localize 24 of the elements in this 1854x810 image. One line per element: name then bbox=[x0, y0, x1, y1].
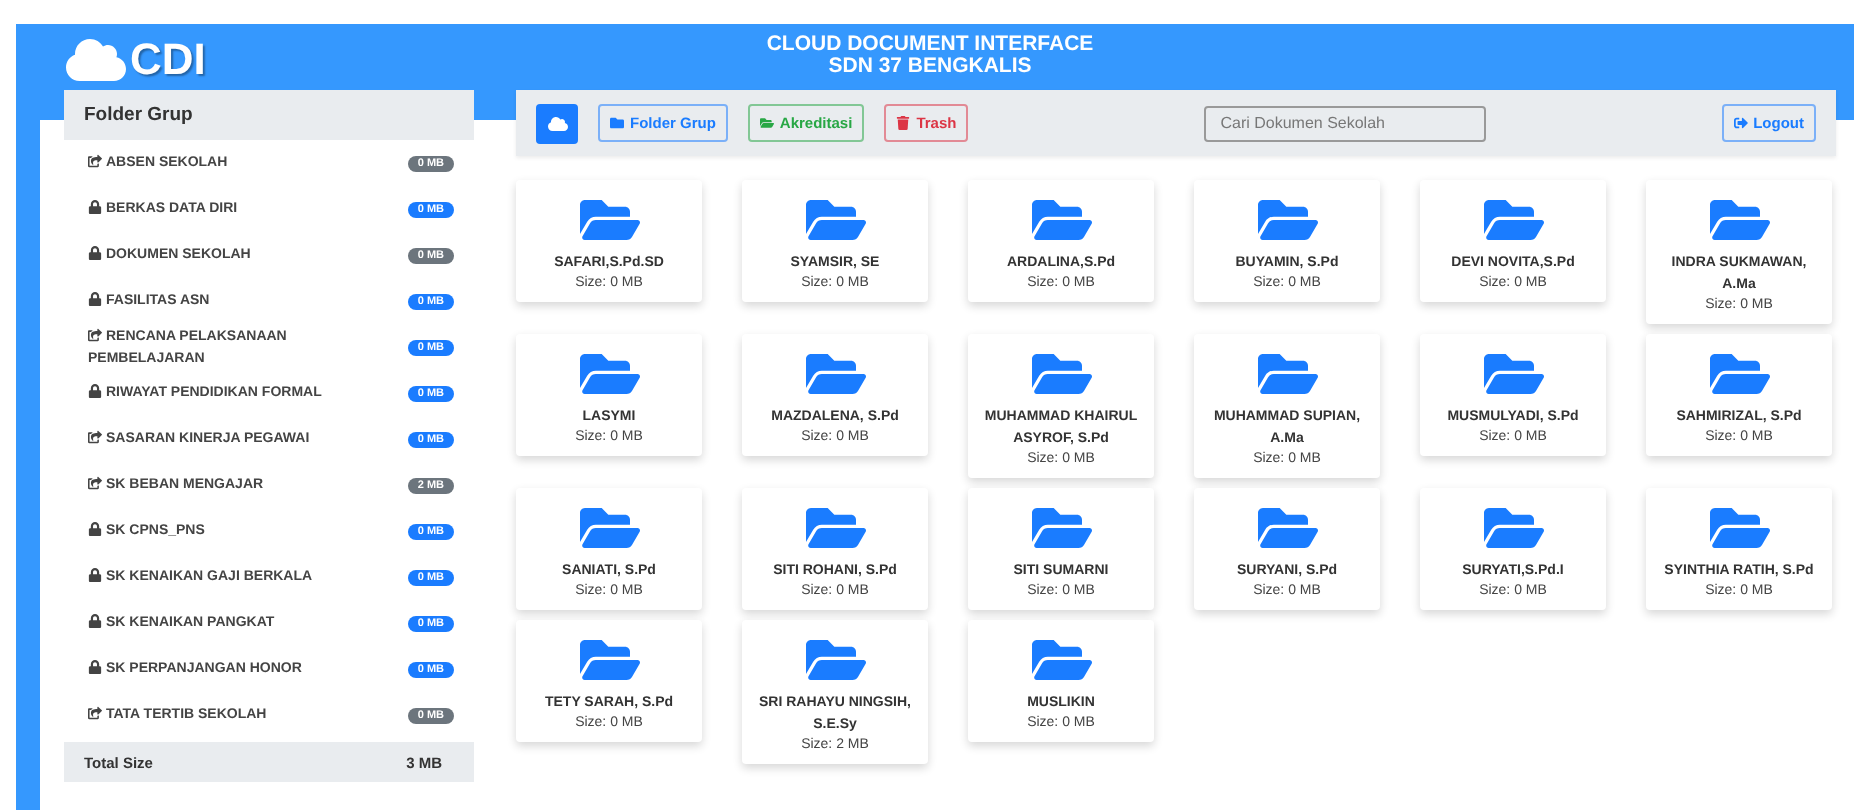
lock-icon bbox=[88, 522, 102, 536]
share-icon bbox=[88, 154, 102, 168]
cloud-button[interactable] bbox=[536, 103, 578, 143]
page-title: CLOUD DOCUMENT INTERFACE bbox=[766, 34, 1094, 56]
share-icon bbox=[88, 476, 102, 490]
lock-icon bbox=[88, 660, 102, 674]
page-subtitle: SDN 37 BENGKALIS bbox=[828, 56, 1032, 78]
lock-icon bbox=[88, 246, 102, 260]
share-icon bbox=[88, 706, 102, 720]
folder-icon bbox=[759, 116, 774, 130]
trash-icon bbox=[896, 116, 911, 130]
share-icon bbox=[88, 430, 102, 444]
lock-icon bbox=[88, 568, 102, 582]
share-icon bbox=[88, 327, 102, 341]
logo-text: CDI bbox=[130, 34, 206, 86]
logout-icon bbox=[1733, 116, 1748, 130]
lock-icon bbox=[88, 614, 102, 628]
cloud-icon bbox=[547, 113, 567, 133]
sidebar-title: Folder Grup bbox=[64, 90, 474, 140]
folder-icon bbox=[610, 116, 624, 130]
search-field[interactable]: Cari Dokumen Sekolah bbox=[1204, 105, 1487, 141]
lock-icon bbox=[88, 292, 102, 306]
lock-icon bbox=[88, 384, 102, 398]
lock-icon bbox=[88, 200, 102, 214]
